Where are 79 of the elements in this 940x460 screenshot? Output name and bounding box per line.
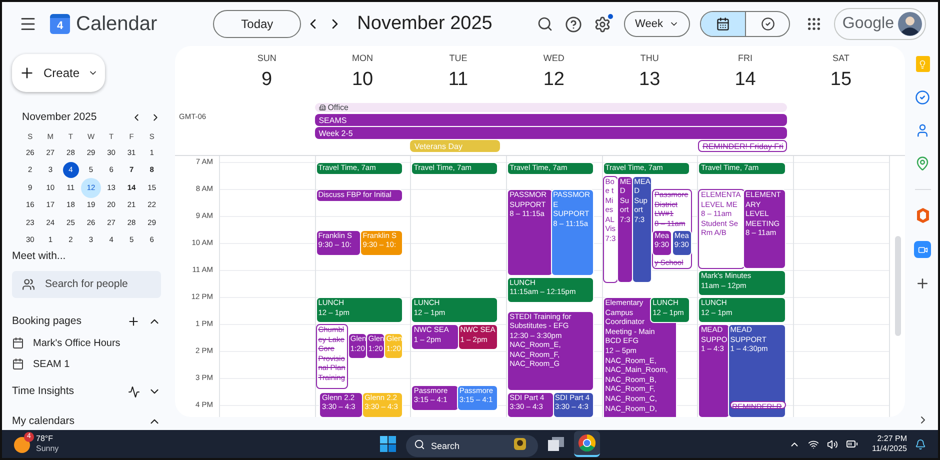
menu-icon bbox=[19, 15, 37, 33]
add-icon[interactable] bbox=[915, 276, 930, 291]
scrollbar[interactable] bbox=[894, 236, 901, 336]
volume-icon[interactable] bbox=[827, 438, 838, 450]
all-day-event[interactable]: REMINDER! Friday Fri bbox=[698, 140, 788, 152]
booking-page-link[interactable]: SEAM 1 bbox=[33, 356, 70, 372]
day-number[interactable]: 11 bbox=[448, 68, 468, 92]
section-heading: Booking pages bbox=[12, 314, 82, 329]
account-button[interactable]: Google bbox=[834, 8, 926, 40]
hexagon-icon[interactable] bbox=[916, 208, 930, 223]
clock-date[interactable]: 11/4/2025 bbox=[872, 444, 907, 454]
people-icon bbox=[22, 278, 35, 290]
view-select[interactable]: Week bbox=[624, 11, 690, 37]
calendar-icon bbox=[12, 358, 24, 370]
weekday-label: MON bbox=[352, 52, 374, 65]
check-circle-icon bbox=[760, 17, 774, 31]
temperature: 78°F bbox=[36, 434, 54, 444]
settings-icon bbox=[594, 16, 611, 32]
all-day-event[interactable]: SEAMS bbox=[314, 114, 788, 126]
day-number[interactable]: 14 bbox=[734, 68, 756, 92]
apps-button[interactable] bbox=[806, 16, 822, 32]
create-button[interactable]: Create bbox=[12, 54, 105, 92]
search-icon bbox=[414, 438, 425, 450]
weekday-label: SAT bbox=[832, 52, 850, 65]
day-number[interactable]: 10 bbox=[352, 68, 374, 92]
weekday-label: SUN bbox=[257, 52, 276, 65]
weather-icon[interactable] bbox=[14, 437, 30, 453]
mini-calendar-title: November 2025 bbox=[22, 110, 98, 125]
avatar-icon bbox=[898, 12, 922, 36]
event-title: Veterans Day bbox=[414, 140, 462, 152]
all-day-event[interactable]: Week 2-5 bbox=[314, 127, 788, 139]
insights-icon bbox=[128, 386, 140, 398]
help-icon bbox=[565, 16, 582, 32]
event-title: REMINDER! Friday Fri bbox=[702, 140, 784, 152]
today-button[interactable]: Today bbox=[213, 10, 302, 38]
task-view-icon[interactable] bbox=[548, 437, 564, 451]
people-search-field[interactable]: Search for people bbox=[12, 270, 161, 298]
day-number[interactable]: 15 bbox=[830, 68, 852, 92]
weekday-label: FRI bbox=[738, 52, 753, 65]
event-title: Week 2-5 bbox=[318, 128, 353, 138]
browser-icon[interactable] bbox=[578, 434, 596, 452]
weekday-label: THU bbox=[640, 52, 659, 65]
map-pin-icon[interactable] bbox=[915, 156, 930, 171]
clock-time[interactable]: 2:27 PM bbox=[877, 434, 907, 444]
event-title: Office bbox=[328, 102, 348, 113]
search-icon bbox=[537, 16, 553, 32]
weekday-label: TUE bbox=[449, 52, 468, 65]
app-name: Calendar bbox=[76, 12, 158, 37]
day-number[interactable]: 9 bbox=[262, 68, 272, 92]
taskbar-search-field[interactable]: Search bbox=[406, 435, 538, 457]
meet-with-heading: Meet with... bbox=[12, 248, 67, 264]
video-call-icon[interactable] bbox=[914, 241, 931, 258]
add-booking-page-button[interactable] bbox=[127, 315, 140, 328]
contacts-icon[interactable] bbox=[915, 123, 930, 138]
booking-page-link[interactable]: Mark's Office Hours bbox=[33, 336, 120, 350]
month-title: November 2025 bbox=[357, 12, 492, 36]
notifications-icon[interactable] bbox=[915, 438, 926, 450]
weekday-label: WED bbox=[543, 52, 564, 65]
section-heading: Time Insights bbox=[12, 384, 76, 399]
settings-button[interactable] bbox=[594, 15, 612, 33]
battery-icon[interactable] bbox=[846, 438, 858, 450]
calendar-logo: 4 bbox=[50, 14, 70, 34]
all-day-event[interactable]: Office bbox=[314, 103, 788, 112]
help-button[interactable] bbox=[565, 16, 582, 32]
day-number[interactable]: 13 bbox=[639, 68, 660, 92]
apps-grid-icon bbox=[806, 16, 822, 32]
day-number[interactable]: 12 bbox=[543, 68, 564, 92]
event-title: SEAMS bbox=[318, 114, 347, 126]
plus-icon bbox=[127, 315, 140, 328]
windows-icon[interactable] bbox=[380, 436, 396, 452]
building-icon bbox=[318, 104, 326, 111]
weather-condition: Sunny bbox=[36, 444, 59, 454]
calendar-view-toggle[interactable] bbox=[701, 12, 745, 36]
wifi-icon[interactable] bbox=[808, 438, 819, 450]
tasks-icon[interactable] bbox=[915, 90, 930, 105]
calendar-icon bbox=[12, 337, 24, 349]
calendar-icon bbox=[716, 17, 730, 31]
search-button[interactable] bbox=[537, 16, 553, 32]
section-heading: My calendars bbox=[12, 414, 76, 429]
